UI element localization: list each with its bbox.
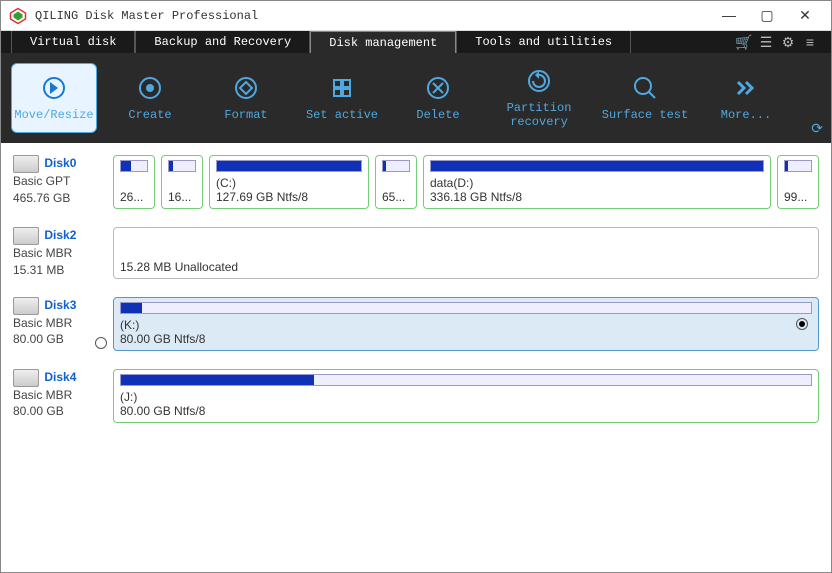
app-logo-icon xyxy=(9,7,27,25)
tool-set-active[interactable]: Set active xyxy=(299,63,385,133)
tool-delete[interactable]: Delete xyxy=(395,63,481,133)
format-icon xyxy=(232,74,260,102)
disk-type: Basic MBR xyxy=(13,387,105,404)
set-active-icon xyxy=(328,74,356,102)
disk-icon xyxy=(13,155,39,173)
maximize-button[interactable]: ▢ xyxy=(757,7,777,24)
tab-tools-utilities[interactable]: Tools and utilities xyxy=(456,31,631,53)
more-icon xyxy=(732,74,760,102)
disk-row: Disk2 Basic MBR 15.31 MB 15.28 MB Unallo… xyxy=(13,227,819,279)
minimize-button[interactable]: — xyxy=(719,7,739,24)
disk-icon xyxy=(13,227,39,245)
disk-name: Disk0 xyxy=(44,156,76,170)
partition-unallocated[interactable]: 15.28 MB Unallocated xyxy=(113,227,819,279)
disk-info[interactable]: Disk4 Basic MBR 80.00 GB xyxy=(13,369,105,423)
disk-size: 80.00 GB xyxy=(13,331,105,348)
partition[interactable]: (J:) 80.00 GB Ntfs/8 xyxy=(113,369,819,423)
tab-virtual-disk[interactable]: Virtual disk xyxy=(11,31,135,53)
disk-radio[interactable] xyxy=(95,337,107,349)
disk-type: Basic MBR xyxy=(13,245,105,262)
tool-more[interactable]: More... xyxy=(703,63,789,133)
tool-move-resize[interactable]: Move/Resize xyxy=(11,63,97,133)
disk-type: Basic MBR xyxy=(13,315,105,332)
disk-icon xyxy=(13,297,39,315)
partition[interactable]: (C:) 127.69 GB Ntfs/8 xyxy=(209,155,369,209)
disk-info[interactable]: Disk0 Basic GPT 465.76 GB xyxy=(13,155,105,209)
disk-row: Disk0 Basic GPT 465.76 GB 26... 16... (C… xyxy=(13,155,819,209)
disk-size: 15.31 MB xyxy=(13,262,105,279)
disk-name: Disk4 xyxy=(44,370,76,384)
refresh-icon[interactable]: ⟳ xyxy=(811,120,823,137)
partition-recovery-icon xyxy=(525,67,553,95)
partition-radio-checked[interactable] xyxy=(796,318,808,330)
create-icon xyxy=(136,74,164,102)
partition-selected[interactable]: (K:) 80.00 GB Ntfs/8 xyxy=(113,297,819,351)
partition[interactable]: data(D:) 336.18 GB Ntfs/8 xyxy=(423,155,771,209)
gear-icon[interactable]: ⚙ xyxy=(777,31,799,53)
disk-type: Basic GPT xyxy=(13,173,105,190)
partition[interactable]: 16... xyxy=(161,155,203,209)
tab-backup-recovery[interactable]: Backup and Recovery xyxy=(135,31,310,53)
list-icon[interactable]: ☰ xyxy=(755,31,777,53)
disk-size: 465.76 GB xyxy=(13,190,105,207)
partition[interactable]: 65... xyxy=(375,155,417,209)
window-title: QILING Disk Master Professional xyxy=(35,9,719,23)
tool-surface-test[interactable]: Surface test xyxy=(597,63,693,133)
partition[interactable]: 99... xyxy=(777,155,819,209)
menu-bar: Virtual disk Backup and Recovery Disk ma… xyxy=(1,31,831,53)
move-resize-icon xyxy=(40,74,68,102)
partition[interactable]: 26... xyxy=(113,155,155,209)
disk-icon xyxy=(13,369,39,387)
cart-icon[interactable]: 🛒 xyxy=(733,31,755,53)
tool-partition-recovery[interactable]: Partition recovery xyxy=(491,63,587,133)
title-bar: QILING Disk Master Professional — ▢ ✕ xyxy=(1,1,831,31)
delete-icon xyxy=(424,74,452,102)
surface-test-icon xyxy=(631,74,659,102)
disk-row: Disk3 Basic MBR 80.00 GB (K:) 80.00 GB N… xyxy=(13,297,819,351)
close-button[interactable]: ✕ xyxy=(795,7,815,24)
disk-row: Disk4 Basic MBR 80.00 GB (J:) 80.00 GB N… xyxy=(13,369,819,423)
disk-size: 80.00 GB xyxy=(13,403,105,420)
disk-info[interactable]: Disk3 Basic MBR 80.00 GB xyxy=(13,297,105,351)
toolbar: Move/Resize Create Format Set active Del… xyxy=(1,53,831,143)
disk-name: Disk2 xyxy=(44,228,76,242)
tool-format[interactable]: Format xyxy=(203,63,289,133)
disk-name: Disk3 xyxy=(44,298,76,312)
menu-icon[interactable]: ≡ xyxy=(799,31,821,53)
tab-disk-management[interactable]: Disk management xyxy=(310,31,456,53)
disk-list: Disk0 Basic GPT 465.76 GB 26... 16... (C… xyxy=(1,143,831,572)
disk-info[interactable]: Disk2 Basic MBR 15.31 MB xyxy=(13,227,105,279)
tool-create[interactable]: Create xyxy=(107,63,193,133)
